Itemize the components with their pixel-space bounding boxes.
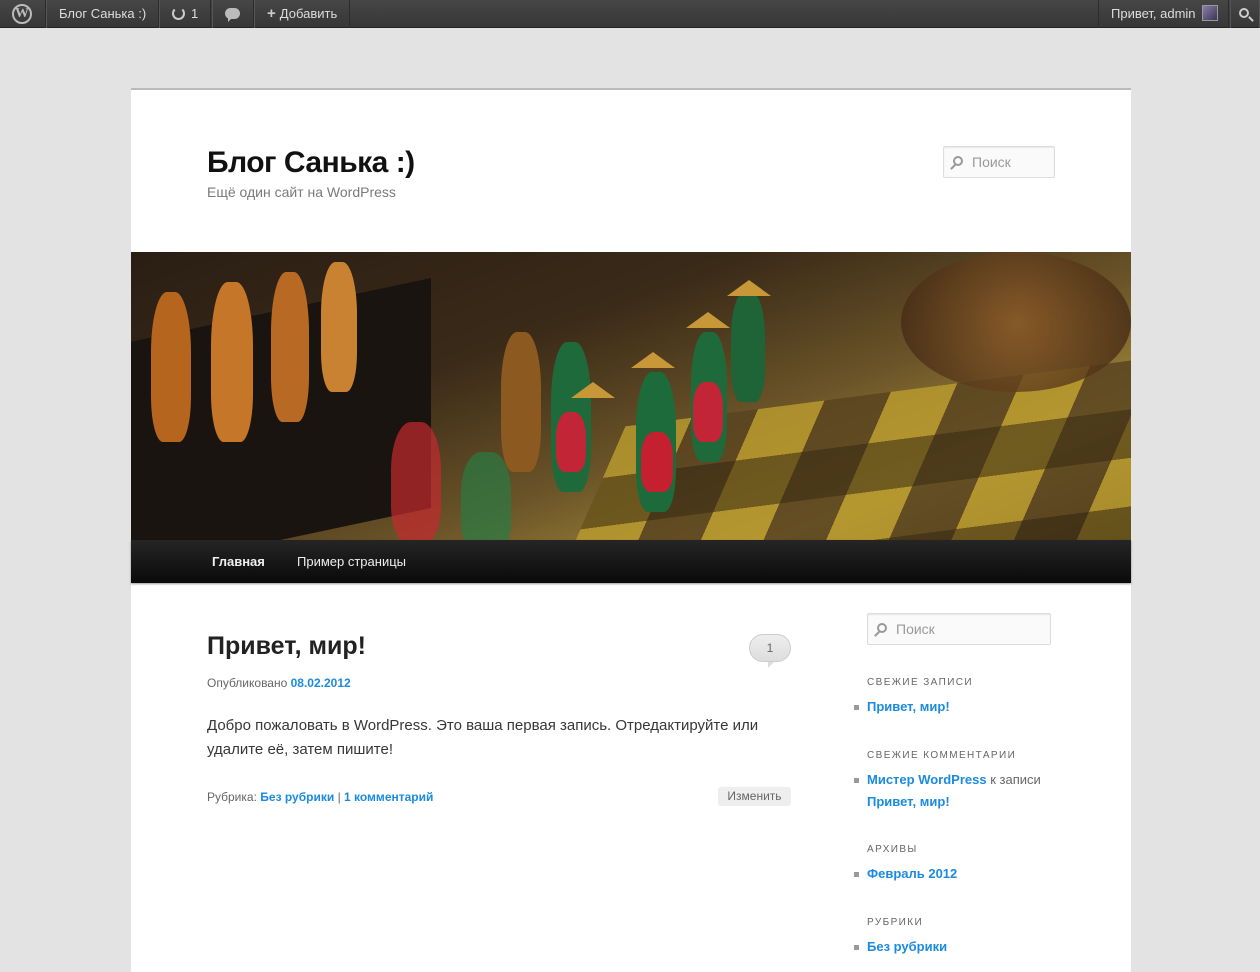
avatar	[1201, 5, 1218, 21]
admin-bar-my-account[interactable]: Привет, admin	[1098, 0, 1231, 28]
recent-post-link[interactable]: Привет, мир!	[867, 699, 950, 714]
admin-bar-comments[interactable]	[212, 0, 254, 28]
admin-bar-search[interactable]	[1228, 0, 1260, 28]
list-item: Без рубрики	[854, 936, 1067, 958]
comment-post-link[interactable]: Привет, мир!	[867, 794, 950, 809]
widget-title-recent-posts: Свежие записи	[867, 677, 974, 688]
category-link[interactable]: Без рубрики	[867, 939, 947, 954]
admin-bar: W Блог Санька :) 1 + Добавить Привет, adm…	[0, 0, 1260, 28]
list-item: Привет, мир!	[854, 696, 1067, 718]
list-item: Мистер WordPress к записи Привет, мир!	[854, 769, 1067, 813]
edit-post-button[interactable]: Изменить	[718, 787, 791, 806]
comments-count-bubble[interactable]: 1	[749, 634, 791, 668]
wordpress-logo-menu[interactable]: W	[0, 0, 46, 28]
footer-separator: |	[337, 790, 341, 804]
refresh-icon	[172, 7, 185, 20]
search-icon	[877, 623, 887, 633]
comment-connector: к записи	[990, 772, 1041, 787]
search-placeholder: Поиск	[896, 621, 935, 637]
published-prefix: Опубликовано	[207, 676, 288, 690]
widget-title-recent-comments: Свежие комментарии	[867, 750, 1017, 761]
category-link[interactable]: Без рубрики	[260, 790, 334, 804]
widget-title-categories: Рубрики	[867, 917, 924, 928]
admin-bar-site-name[interactable]: Блог Санька :)	[46, 0, 160, 28]
comments-link[interactable]: 1 комментарий	[344, 790, 433, 804]
admin-bar-new-content[interactable]: + Добавить	[254, 0, 351, 28]
post-content: Добро пожаловать в WordPress. Это ваша п…	[207, 717, 759, 758]
post-meta: Опубликовано 08.02.2012	[207, 676, 351, 690]
search-icon	[1239, 8, 1249, 18]
comment-author-link[interactable]: Мистер WordPress	[867, 772, 987, 787]
list-item: Февраль 2012	[854, 863, 1067, 885]
post-title[interactable]: Привет, мир!	[207, 632, 366, 661]
wordpress-icon: W	[12, 4, 32, 24]
widget-title-archives: Архивы	[867, 844, 918, 855]
admin-greeting: Привет, admin	[1111, 6, 1196, 21]
plus-icon: +	[267, 5, 276, 22]
category-prefix: Рубрика:	[207, 790, 257, 804]
admin-bar-updates[interactable]: 1	[159, 0, 212, 28]
updates-count: 1	[191, 6, 199, 21]
sidebar-search-input[interactable]: Поиск	[867, 613, 1051, 645]
archive-link[interactable]: Февраль 2012	[867, 866, 957, 881]
post-date-link[interactable]: 08.02.2012	[291, 676, 351, 690]
content-area: Привет, мир! 1 Опубликовано 08.02.2012 Д…	[131, 88, 1131, 972]
comment-bubble-icon	[225, 8, 240, 22]
post-footer: Рубрика: Без рубрики | 1 комментарий	[207, 790, 433, 804]
new-content-label: Добавить	[279, 6, 338, 21]
